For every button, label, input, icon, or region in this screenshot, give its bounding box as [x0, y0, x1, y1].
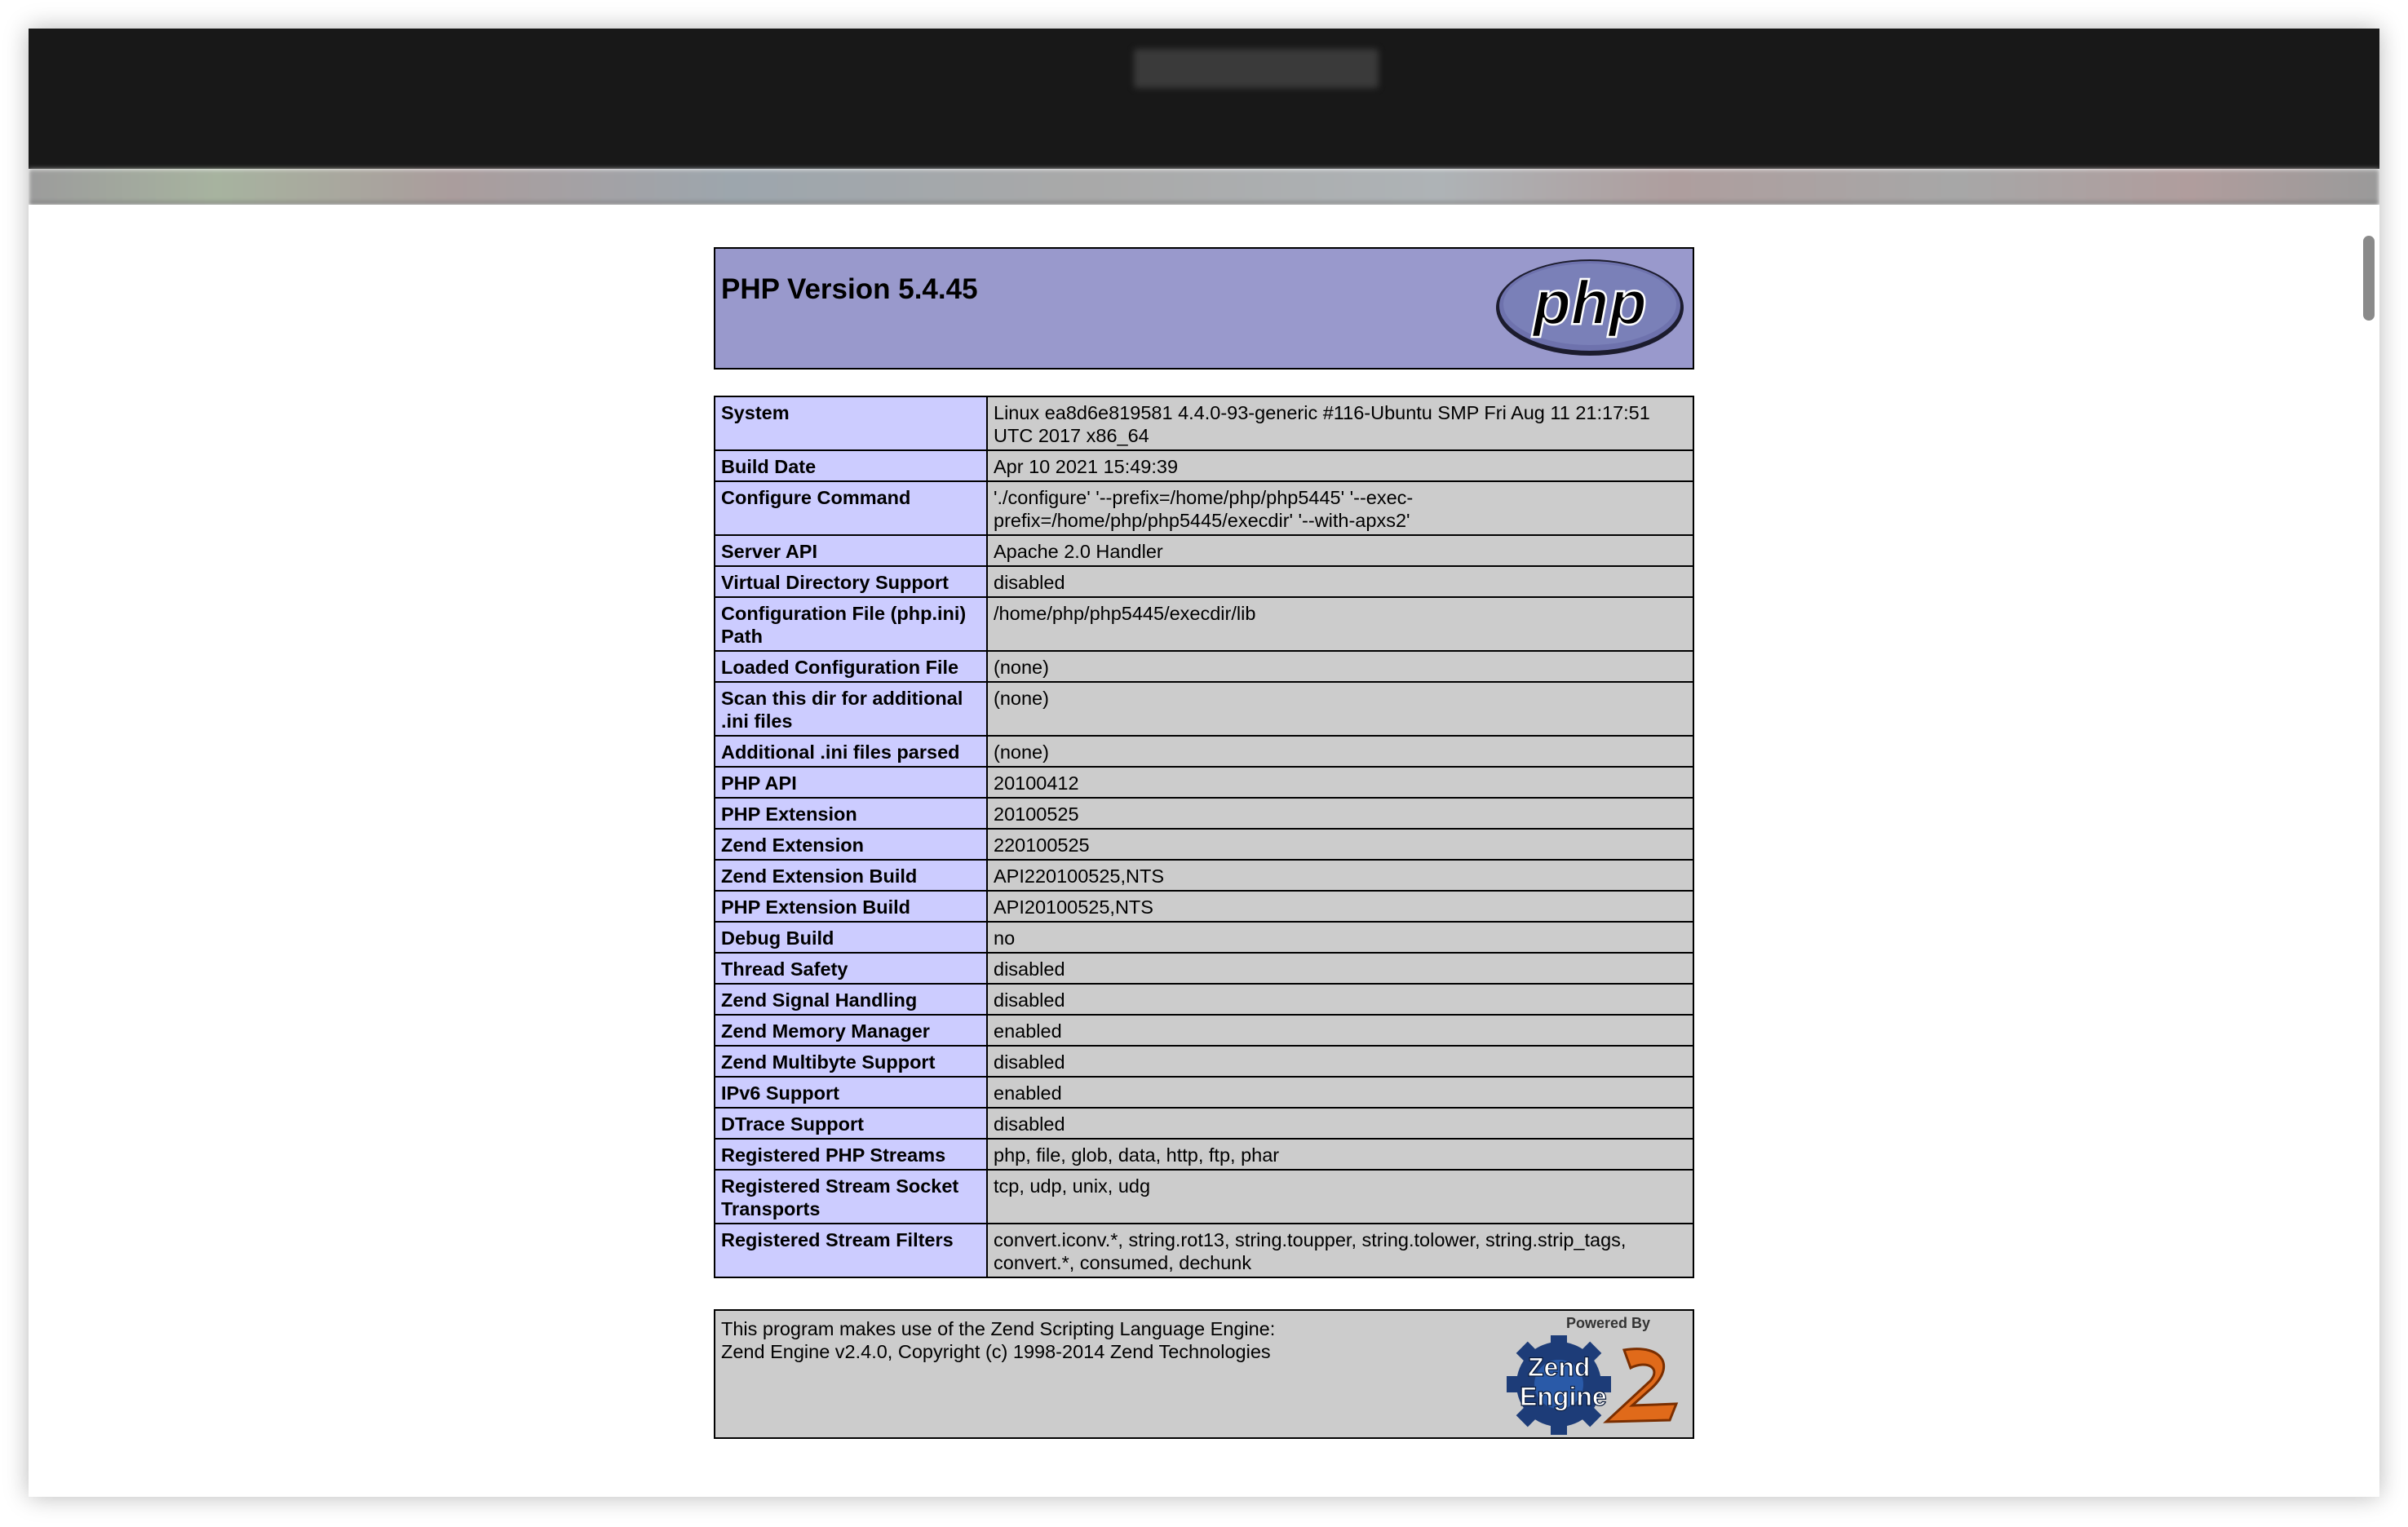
table-row: Virtual Directory Support disabled: [714, 565, 1694, 598]
row-name: Zend Extension Build: [714, 859, 988, 892]
row-value: disabled: [986, 1107, 1694, 1140]
row-value: (none): [986, 735, 1694, 768]
row-value: enabled: [986, 1014, 1694, 1047]
zend-engine-logo-icon[interactable]: Zend Engine: [1502, 1335, 1688, 1435]
row-name: DTrace Support: [714, 1107, 988, 1140]
row-name: PHP Extension Build: [714, 890, 988, 923]
row-name: Build Date: [714, 449, 988, 482]
row-value: 20100412: [986, 766, 1694, 799]
page-viewport[interactable]: PHP Version 5.4.45 php System Linux ea8d6…: [29, 205, 2379, 1497]
svg-text:Engine: Engine: [1520, 1382, 1607, 1411]
table-row: PHP API 20100412: [714, 766, 1694, 799]
window-title-redacted: [1134, 49, 1379, 88]
table-row: Loaded Configuration File (none): [714, 650, 1694, 683]
row-value: /home/php/php5445/execdir/lib: [986, 596, 1694, 652]
zend-credit-line-2: Zend Engine v2.4.0, Copyright (c) 1998-2…: [721, 1341, 1271, 1362]
row-name: Scan this dir for additional .ini files: [714, 681, 988, 737]
row-value: disabled: [986, 565, 1694, 598]
row-value: disabled: [986, 1045, 1694, 1078]
table-row: Zend Memory Manager enabled: [714, 1014, 1694, 1047]
scrollbar-thumb[interactable]: [2363, 236, 2375, 321]
table-row: Thread Safety disabled: [714, 952, 1694, 985]
row-name: Debug Build: [714, 921, 988, 954]
row-value: API20100525,NTS: [986, 890, 1694, 923]
table-row: Build Date Apr 10 2021 15:49:39: [714, 449, 1694, 482]
row-value: './configure' '--prefix=/home/php/php544…: [986, 480, 1694, 536]
browser-toolbar: [29, 29, 2379, 169]
row-name: Additional .ini files parsed: [714, 735, 988, 768]
row-name: System: [714, 396, 988, 451]
table-row: PHP Extension 20100525: [714, 797, 1694, 830]
row-value: disabled: [986, 952, 1694, 985]
powered-by-label: Powered By: [1565, 1315, 1650, 1331]
zend-footer: This program makes use of the Zend Scrip…: [714, 1309, 1694, 1439]
row-name: Server API: [714, 534, 988, 567]
page-title: PHP Version 5.4.45: [721, 273, 978, 305]
table-row: Server API Apache 2.0 Handler: [714, 534, 1694, 567]
row-name: Zend Extension: [714, 828, 988, 861]
row-name: Zend Memory Manager: [714, 1014, 988, 1047]
bookmarks-bar-redacted: [29, 169, 2379, 205]
row-name: Loaded Configuration File: [714, 650, 988, 683]
row-value: enabled: [986, 1076, 1694, 1109]
row-name: Configure Command: [714, 480, 988, 536]
table-row: Zend Extension 220100525: [714, 828, 1694, 861]
table-row: DTrace Support disabled: [714, 1107, 1694, 1140]
table-row: IPv6 Support enabled: [714, 1076, 1694, 1109]
row-name: IPv6 Support: [714, 1076, 988, 1109]
row-value: Linux ea8d6e819581 4.4.0-93-generic #116…: [986, 396, 1694, 451]
row-value: (none): [986, 650, 1694, 683]
table-row: Zend Extension Build API220100525,NTS: [714, 859, 1694, 892]
row-name: Registered Stream Filters: [714, 1223, 988, 1278]
zend-credit-text: This program makes use of the Zend Scrip…: [721, 1317, 1275, 1363]
table-row: Configure Command './configure' '--prefix…: [714, 480, 1694, 536]
php-logo-icon[interactable]: php: [1494, 257, 1686, 358]
table-row: System Linux ea8d6e819581 4.4.0-93-generi…: [714, 396, 1694, 451]
row-name: Registered Stream Socket Transports: [714, 1169, 988, 1224]
row-value: disabled: [986, 983, 1694, 1016]
row-value: Apr 10 2021 15:49:39: [986, 449, 1694, 482]
table-row: Registered PHP Streams php, file, glob, d…: [714, 1138, 1694, 1171]
table-row: Debug Build no: [714, 921, 1694, 954]
table-row: Additional .ini files parsed (none): [714, 735, 1694, 768]
row-name: Virtual Directory Support: [714, 565, 988, 598]
table-row: Configuration File (php.ini) Path/home/p…: [714, 596, 1694, 652]
row-name: Registered PHP Streams: [714, 1138, 988, 1171]
svg-text:Zend: Zend: [1528, 1352, 1590, 1382]
table-row: PHP Extension Build API20100525,NTS: [714, 890, 1694, 923]
phpinfo-header: PHP Version 5.4.45 php: [714, 247, 1694, 370]
row-value: Apache 2.0 Handler: [986, 534, 1694, 567]
info-table: System Linux ea8d6e819581 4.4.0-93-generi…: [714, 396, 1694, 1278]
row-name: Zend Multibyte Support: [714, 1045, 988, 1078]
row-name: PHP API: [714, 766, 988, 799]
row-name: PHP Extension: [714, 797, 988, 830]
table-row: Zend Multibyte Support disabled: [714, 1045, 1694, 1078]
row-value: 20100525: [986, 797, 1694, 830]
row-name: Zend Signal Handling: [714, 983, 988, 1016]
row-value: convert.iconv.*, string.rot13, string.to…: [986, 1223, 1694, 1278]
row-name: Configuration File (php.ini) Path: [714, 596, 988, 652]
row-value: php, file, glob, data, http, ftp, phar: [986, 1138, 1694, 1171]
row-value: 220100525: [986, 828, 1694, 861]
row-value: API220100525,NTS: [986, 859, 1694, 892]
row-name: Thread Safety: [714, 952, 988, 985]
table-row: Scan this dir for additional .ini files(…: [714, 681, 1694, 737]
php-logo-text: php: [1531, 268, 1646, 338]
browser-window: PHP Version 5.4.45 php System Linux ea8d6…: [29, 29, 2379, 1497]
table-row: Zend Signal Handling disabled: [714, 983, 1694, 1016]
row-value: (none): [986, 681, 1694, 737]
row-value: tcp, udp, unix, udg: [986, 1169, 1694, 1224]
zend-credit-line-1: This program makes use of the Zend Scrip…: [721, 1318, 1276, 1339]
row-value: no: [986, 921, 1694, 954]
table-row: Registered Stream Filters convert.iconv.*…: [714, 1223, 1694, 1278]
table-row: Registered Stream Socket Transports tcp, …: [714, 1169, 1694, 1224]
